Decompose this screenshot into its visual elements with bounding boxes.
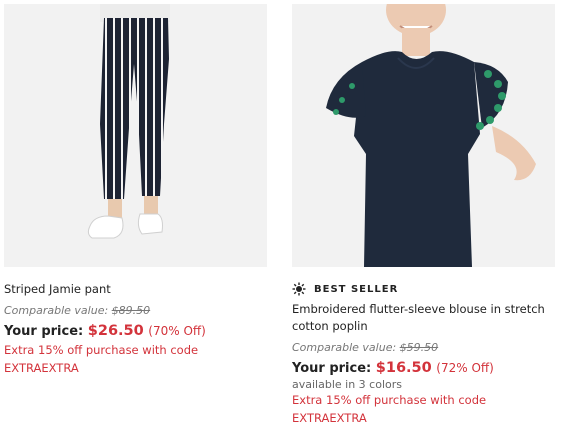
color-count[interactable]: available in 3 colors: [292, 378, 555, 391]
product-title[interactable]: Striped Jamie pant: [4, 281, 267, 298]
product-image[interactable]: [4, 4, 267, 267]
sale-price: $16.50: [375, 360, 432, 376]
best-seller-badge: BEST SELLER: [292, 281, 555, 297]
promo-code: EXTRAEXTRA: [292, 411, 367, 425]
comparable-value: Comparable value: $89.50: [4, 304, 267, 317]
price-row: Your price: $26.50 (70% Off): [4, 323, 267, 339]
product-image[interactable]: [292, 4, 555, 267]
promo-text: Extra 15% off purchase with code: [4, 343, 199, 357]
discount-percent: (70% Off): [148, 324, 206, 338]
price-label: Your price:: [292, 361, 372, 376]
promo-code: EXTRAEXTRA: [4, 361, 79, 375]
comparable-value: Comparable value: $59.50: [292, 341, 555, 354]
product-title[interactable]: Embroidered flutter-sleeve blouse in str…: [292, 301, 555, 335]
price-label: Your price:: [4, 324, 84, 339]
badge-label: BEST SELLER: [314, 283, 399, 295]
comparable-label: Comparable value:: [292, 341, 397, 354]
blouse-illustration: [326, 4, 536, 267]
sale-price: $26.50: [87, 323, 144, 339]
product-card[interactable]: BEST SELLER Embroidered flutter-sleeve b…: [292, 4, 555, 427]
discount-percent: (72% Off): [436, 361, 494, 375]
comparable-price: $89.50: [111, 304, 151, 317]
promo-text: Extra 15% off purchase with code: [292, 393, 487, 407]
comparable-price: $59.50: [399, 341, 439, 354]
sparkle-icon: [292, 282, 306, 296]
product-card[interactable]: Striped Jamie pant Comparable value: $89…: [4, 4, 267, 377]
price-row: Your price: $16.50 (72% Off): [292, 360, 555, 376]
striped-pant-illustration: [87, 4, 170, 239]
comparable-label: Comparable value:: [4, 304, 109, 317]
